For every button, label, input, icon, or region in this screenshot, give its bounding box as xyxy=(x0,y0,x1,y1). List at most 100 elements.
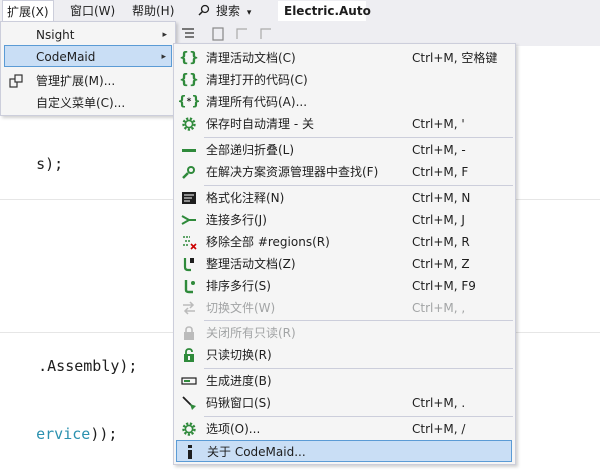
codemaid-item-sort-lines[interactable]: 排序多行(S) Ctrl+M, F9 xyxy=(174,275,515,297)
menu-item-label: 在解决方案资源管理器中查找(F) xyxy=(206,165,379,179)
codemaid-item-cleanup-open[interactable]: {} 清理打开的代码(C) xyxy=(174,69,515,91)
menu-item-shortcut: Ctrl+M, R xyxy=(412,235,470,249)
remove-regions-icon xyxy=(180,233,198,251)
submenu-arrow-icon: ▸ xyxy=(162,30,167,40)
menu-item-label: 只读切换(R) xyxy=(206,348,272,362)
codemaid-item-spade-window[interactable]: 码锹窗口(S) Ctrl+M, . xyxy=(174,392,515,414)
menu-item-label: 格式化注释(N) xyxy=(206,191,285,205)
menu-item-label: 选项(O)... xyxy=(206,422,261,436)
codemaid-menu: {} 清理活动文档(C) Ctrl+M, 空格键 {} 清理打开的代码(C) {… xyxy=(173,43,516,465)
codemaid-item-join-lines[interactable]: 连接多行(J) Ctrl+M, J xyxy=(174,209,515,231)
ext-menu-item-customize-menu[interactable]: 自定义菜单(C)... xyxy=(1,92,175,114)
menu-help[interactable]: 帮助(H) xyxy=(128,0,178,22)
menu-separator xyxy=(204,320,513,321)
switch-file-icon xyxy=(180,299,198,317)
braces-icon: {} xyxy=(179,72,199,88)
sort-lines-icon xyxy=(180,277,198,295)
menu-item-label: 关于 CodeMaid... xyxy=(207,445,306,459)
extensions-menu: Nsight ▸ CodeMaid ▸ 管理扩展(M)... 自定义菜单(C).… xyxy=(0,21,176,116)
menu-separator xyxy=(204,185,513,186)
menu-separator xyxy=(204,137,513,138)
ext-menu-item-label: 管理扩展(M)... xyxy=(36,74,116,88)
manage-extensions-icon xyxy=(7,72,25,90)
menu-separator xyxy=(204,368,513,369)
menu-item-label: 生成进度(B) xyxy=(206,374,272,388)
menu-item-label: 排序多行(S) xyxy=(206,279,271,293)
codemaid-item-build-progress[interactable]: 生成进度(B) xyxy=(174,370,515,392)
ext-menu-item-label: Nsight xyxy=(36,28,75,42)
braces-star-icon: {*} xyxy=(177,94,201,109)
codemaid-item-format-comment[interactable]: 格式化注释(N) Ctrl+M, N xyxy=(174,187,515,209)
code-line-3-rest: )); xyxy=(90,425,118,443)
solution-config-label: Electric.Auto xyxy=(284,4,371,18)
menu-item-label: 清理打开的代码(C) xyxy=(206,73,308,87)
codemaid-item-switch-file[interactable]: 切换文件(W) Ctrl+M, , xyxy=(174,297,515,319)
codemaid-item-options[interactable]: 选项(O)... Ctrl+M, / xyxy=(174,418,515,440)
code-line: .Assembly); xyxy=(2,339,137,393)
codemaid-item-find-in-solution[interactable]: 在解决方案资源管理器中查找(F) Ctrl+M, F xyxy=(174,161,515,183)
codemaid-item-reorganize[interactable]: 整理活动文档(Z) Ctrl+M, Z xyxy=(174,253,515,275)
codemaid-item-about[interactable]: 关于 CodeMaid... xyxy=(176,440,512,462)
menu-item-label: 移除全部 #regions(R) xyxy=(206,235,330,249)
submenu-arrow-icon: ▸ xyxy=(161,52,166,62)
braces-icon: {} xyxy=(179,50,199,66)
menu-item-shortcut: Ctrl+M, / xyxy=(412,422,466,436)
spade-icon xyxy=(180,394,198,412)
gear-icon xyxy=(180,115,198,133)
menu-extensions[interactable]: 扩展(X) xyxy=(2,0,54,22)
find-icon xyxy=(180,163,198,181)
search-dropdown-icon: ▾ xyxy=(246,8,252,18)
menu-item-shortcut: Ctrl+M, . xyxy=(412,396,466,410)
toolbar-nav-icon[interactable] xyxy=(234,26,250,42)
search-label: 搜索 xyxy=(216,4,241,18)
menu-item-shortcut: Ctrl+M, J xyxy=(412,213,465,227)
format-comment-icon xyxy=(180,189,198,207)
menu-item-shortcut: Ctrl+M, , xyxy=(412,301,466,315)
menu-separator xyxy=(204,416,513,417)
gear-icon xyxy=(180,420,198,438)
menu-item-label: 清理活动文档(C) xyxy=(206,51,296,65)
solution-config-box[interactable]: Electric.Auto xyxy=(278,1,371,21)
codemaid-item-cleanup-all[interactable]: {*} 清理所有代码(A)... xyxy=(174,91,515,113)
lock-icon xyxy=(180,324,198,342)
progress-icon xyxy=(180,372,198,390)
toolbar-nav2-icon[interactable] xyxy=(258,26,274,42)
code-line: s); xyxy=(0,137,63,191)
ext-menu-item-label: CodeMaid xyxy=(36,50,96,64)
codemaid-item-close-readonly[interactable]: 关闭所有只读(R) xyxy=(174,322,515,344)
codemaid-item-readonly-toggle[interactable]: 只读切换(R) xyxy=(174,344,515,366)
info-icon xyxy=(181,443,199,461)
reorganize-icon xyxy=(180,255,198,273)
code-line-1: s); xyxy=(36,155,64,173)
codemaid-item-remove-regions[interactable]: 移除全部 #regions(R) Ctrl+M, R xyxy=(174,231,515,253)
menu-help-label: 帮助(H) xyxy=(132,4,175,18)
search-icon xyxy=(198,4,210,16)
join-lines-icon xyxy=(180,211,198,229)
code-line-2: .Assembly); xyxy=(38,357,138,375)
toolbar-list-icon[interactable] xyxy=(180,26,196,42)
codemaid-item-collapse-all[interactable]: 全部递归折叠(L) Ctrl+M, - xyxy=(174,139,515,161)
code-line-3-type: ervice xyxy=(36,425,91,443)
menu-extensions-label: 扩展(X) xyxy=(7,5,49,19)
menu-item-shortcut: Ctrl+M, F xyxy=(412,165,469,179)
codemaid-item-autosave-cleanup[interactable]: 保存时自动清理 - 关 Ctrl+M, ' xyxy=(174,113,515,135)
menu-item-shortcut: Ctrl+M, F9 xyxy=(412,279,476,293)
menu-item-shortcut: Ctrl+M, Z xyxy=(412,257,470,271)
codemaid-item-cleanup-active[interactable]: {} 清理活动文档(C) Ctrl+M, 空格键 xyxy=(174,47,515,69)
menu-item-shortcut: Ctrl+M, 空格键 xyxy=(412,51,498,65)
menu-window[interactable]: 窗口(W) xyxy=(66,0,119,22)
ext-menu-item-nsight[interactable]: Nsight ▸ xyxy=(1,24,175,46)
toolbar-bookmark-icon[interactable] xyxy=(210,26,226,42)
search-box[interactable]: 搜索 ▾ xyxy=(198,0,251,22)
menu-item-label: 码锹窗口(S) xyxy=(206,396,271,410)
menu-item-label: 保存时自动清理 - 关 xyxy=(206,117,314,131)
menu-item-label: 清理所有代码(A)... xyxy=(206,95,308,109)
ext-menu-item-label: 自定义菜单(C)... xyxy=(36,96,126,110)
menu-window-label: 窗口(W) xyxy=(70,4,116,18)
menu-item-label: 关闭所有只读(R) xyxy=(206,326,296,340)
collapse-icon xyxy=(180,141,198,159)
ext-menu-item-codemaid[interactable]: CodeMaid ▸ xyxy=(4,45,172,67)
ext-menu-item-manage-extensions[interactable]: 管理扩展(M)... xyxy=(1,70,175,92)
menu-item-label: 连接多行(J) xyxy=(206,213,267,227)
menu-item-shortcut: Ctrl+M, ' xyxy=(412,117,465,131)
